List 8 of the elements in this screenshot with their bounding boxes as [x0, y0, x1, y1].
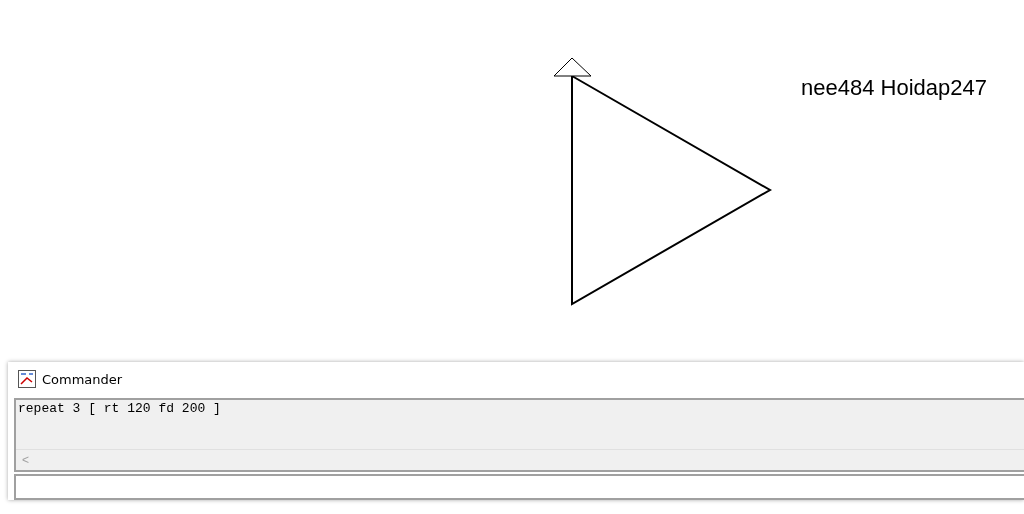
history-line[interactable]: repeat 3 [ rt 120 fd 200 ]: [18, 401, 1022, 416]
turtle-icon: [553, 57, 592, 77]
window-title: Commander: [42, 371, 123, 387]
canvas-label: nee484 Hoidap247: [801, 75, 987, 101]
horizontal-scrollbar[interactable]: <: [16, 449, 1024, 470]
scroll-left-arrow[interactable]: <: [22, 453, 29, 467]
command-input[interactable]: [14, 474, 1024, 500]
app-icon: [18, 370, 36, 388]
